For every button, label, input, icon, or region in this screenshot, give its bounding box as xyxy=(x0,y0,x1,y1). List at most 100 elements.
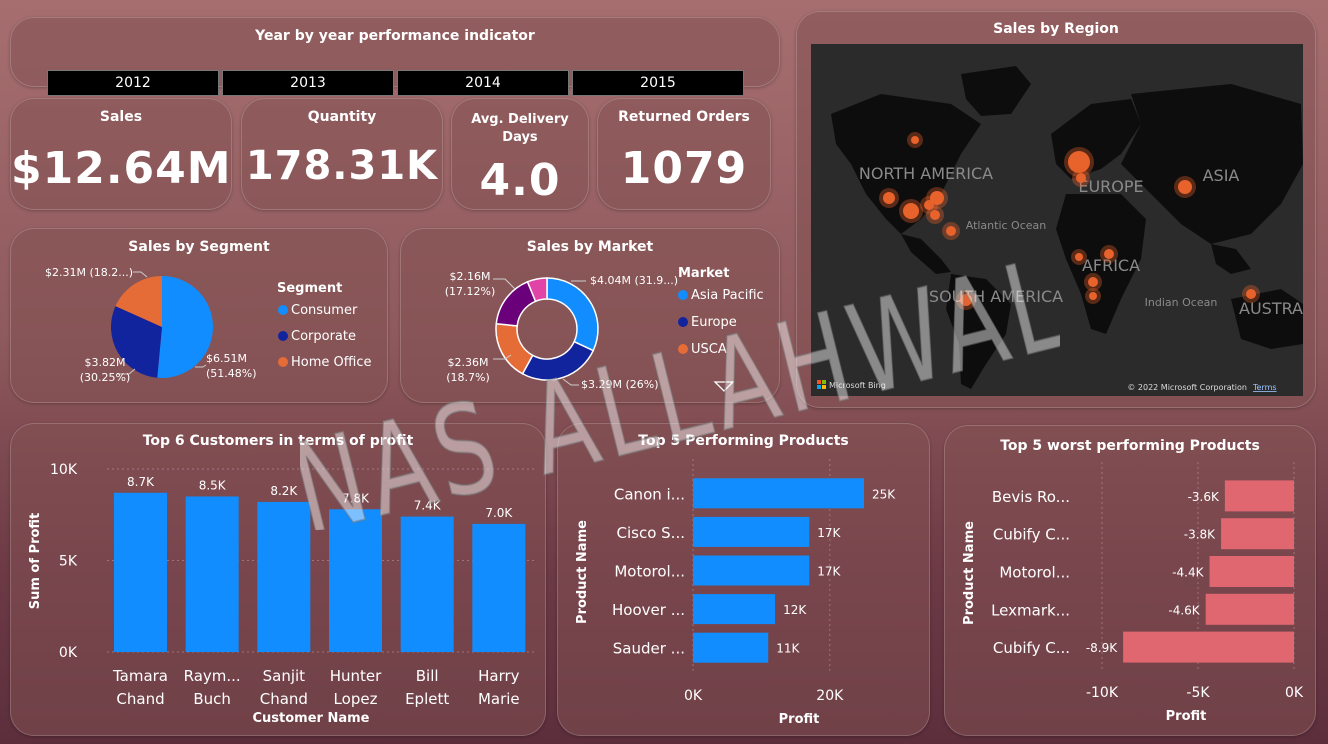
legend-marker xyxy=(678,317,688,327)
bar[interactable] xyxy=(400,516,454,652)
map-brand: Microsoft Bing xyxy=(829,381,886,390)
pie-slice-0[interactable] xyxy=(546,277,599,352)
donut-data-label: $3.29M (26%) xyxy=(581,378,659,391)
bar[interactable] xyxy=(257,501,311,652)
x-tick-label: 0K xyxy=(1285,685,1304,701)
bar[interactable] xyxy=(472,523,526,652)
map-label-south-america: SOUTH AMERICA xyxy=(929,287,1063,306)
legend-item[interactable]: Corporate xyxy=(291,329,356,344)
sales-kpi-value: $12.64M xyxy=(11,143,232,194)
map-bubble[interactable] xyxy=(903,203,919,219)
customers-bar-chart[interactable]: 0K 5K 10K 8.7K Tamara Chand 8.5K Raym... Buch 8.2… xyxy=(11,424,547,737)
bar-data-label: -4.6K xyxy=(1168,603,1200,617)
bar[interactable] xyxy=(114,492,167,652)
bar[interactable] xyxy=(329,509,382,652)
x-axis-title: Profit xyxy=(1166,709,1207,724)
bar[interactable] xyxy=(693,632,769,663)
delivery-kpi-card: Avg. Delivery Days 4.0 xyxy=(451,98,589,210)
bar-data-label: 12K xyxy=(783,603,807,617)
map-bubble[interactable] xyxy=(1088,277,1098,287)
bar[interactable] xyxy=(1123,631,1294,663)
bar-data-label: -3.6K xyxy=(1188,490,1220,504)
donut-data-label: $2.36M xyxy=(448,356,489,369)
leader-line xyxy=(195,364,207,368)
map-bubble[interactable] xyxy=(911,136,919,144)
legend-item[interactable]: Home Office xyxy=(291,355,371,370)
x-tick-label: Hunter xyxy=(330,667,382,685)
x-tick-label: Chand xyxy=(260,690,308,708)
x-tick-label: Tamara xyxy=(112,667,168,685)
bar[interactable] xyxy=(693,516,810,547)
legend-item[interactable]: USCA xyxy=(691,342,727,357)
map-bubble[interactable] xyxy=(930,191,944,205)
map-label-indian-ocean: Indian Ocean xyxy=(1145,296,1218,309)
legend-scroll-down-icon[interactable] xyxy=(713,381,735,392)
y-tick-label: 0K xyxy=(59,645,78,661)
x-tick-label: Lopez xyxy=(334,690,378,708)
bar[interactable] xyxy=(693,478,864,509)
pie-slice-2[interactable] xyxy=(495,322,534,375)
pie-data-label: (30.25%) xyxy=(80,371,131,384)
pie-slice-1[interactable] xyxy=(521,340,595,381)
legend-marker xyxy=(678,344,688,354)
map-bubble[interactable] xyxy=(946,226,956,236)
map-bubble[interactable] xyxy=(883,192,895,204)
bar-data-label: 8.5K xyxy=(199,478,227,492)
quantity-kpi-value: 178.31K xyxy=(245,143,439,189)
year-button-2015[interactable]: 2015 xyxy=(572,70,744,96)
map-label-north-america: NORTH AMERICA xyxy=(859,164,993,183)
map-bubble[interactable] xyxy=(1076,173,1086,183)
map-bubble[interactable] xyxy=(960,294,972,306)
bar[interactable] xyxy=(185,496,239,652)
x-tick-label: Harry xyxy=(478,667,520,685)
bar-data-label: 17K xyxy=(817,565,841,579)
map-terms-link[interactable]: Terms xyxy=(1252,383,1277,392)
legend-marker xyxy=(278,331,288,341)
map-bubble[interactable] xyxy=(1104,249,1114,259)
y-axis-title: Sum of Profit xyxy=(28,513,43,610)
year-button-2014[interactable]: 2014 xyxy=(397,70,569,96)
year-button-2013[interactable]: 2013 xyxy=(222,70,394,96)
legend-item[interactable]: Consumer xyxy=(291,303,358,318)
pie-slice-0[interactable] xyxy=(157,276,214,378)
top-products-bar-chart[interactable]: 0K 20K 25K Canon i... 17K Cisco S... 17K Motoro… xyxy=(558,424,931,737)
quantity-kpi-label: Quantity xyxy=(307,109,377,125)
bar[interactable] xyxy=(693,555,810,586)
year-button-2012[interactable]: 2012 xyxy=(47,70,219,96)
pie-data-label: $2.31M (18.2...) xyxy=(45,266,133,279)
year-card: Year by year performance indicator 2012 … xyxy=(10,17,780,96)
y-tick-label: Lexmark... xyxy=(991,601,1070,619)
bar[interactable] xyxy=(693,594,776,625)
map-title: Sales by Region xyxy=(993,21,1119,37)
returned-kpi-card: Returned Orders 1079 xyxy=(597,98,771,210)
map-bubble[interactable] xyxy=(930,210,940,220)
bar-data-label: 7.0K xyxy=(485,506,513,520)
legend-item[interactable]: Asia Pacific xyxy=(691,288,764,303)
donut-data-label: (18.7%) xyxy=(446,371,490,384)
x-tick-label: Chand xyxy=(116,690,164,708)
map-copyright: © 2022 Microsoft Corporation xyxy=(1127,383,1247,392)
bar[interactable] xyxy=(1205,593,1294,625)
bar-data-label: 8.7K xyxy=(127,475,155,489)
y-tick-label: Bevis Ro... xyxy=(992,488,1070,506)
map-bubble[interactable] xyxy=(1178,180,1192,194)
map-bubble[interactable] xyxy=(1246,289,1256,299)
y-tick-label: Cisco S... xyxy=(617,524,685,542)
worst-products-bar-chart[interactable]: -10K -5K 0K -3.6K Bevis Ro... -3.8K Cubify C..… xyxy=(945,426,1317,737)
map-bubble[interactable] xyxy=(1075,253,1083,261)
market-donut-chart[interactable]: $4.04M (31.9...) $3.29M (26%) $2.36M (18.7%… xyxy=(401,229,781,404)
y-axis-title: Product Name xyxy=(575,520,590,624)
region-map[interactable]: NORTH AMERICA EUROPE ASIA Atlantic Ocean… xyxy=(811,44,1303,396)
bar[interactable] xyxy=(1209,556,1294,587)
map-bubble[interactable] xyxy=(1089,292,1097,300)
legend-item[interactable]: Europe xyxy=(691,315,737,330)
pie-data-label: (51.48%) xyxy=(206,367,257,380)
bar[interactable] xyxy=(1221,518,1294,550)
bar[interactable] xyxy=(1224,480,1294,512)
segment-pie-chart[interactable]: $6.51M (51.48%) $3.82M (30.25%) $2.31M (18.2… xyxy=(11,229,389,404)
donut-data-label: $4.04M (31.9...) xyxy=(590,274,678,287)
bar-data-label: 17K xyxy=(817,526,841,540)
sales-kpi-card: Sales $12.64M xyxy=(10,98,232,210)
donut-data-label: (17.12%) xyxy=(445,285,496,298)
bar-data-label: 25K xyxy=(872,487,896,501)
